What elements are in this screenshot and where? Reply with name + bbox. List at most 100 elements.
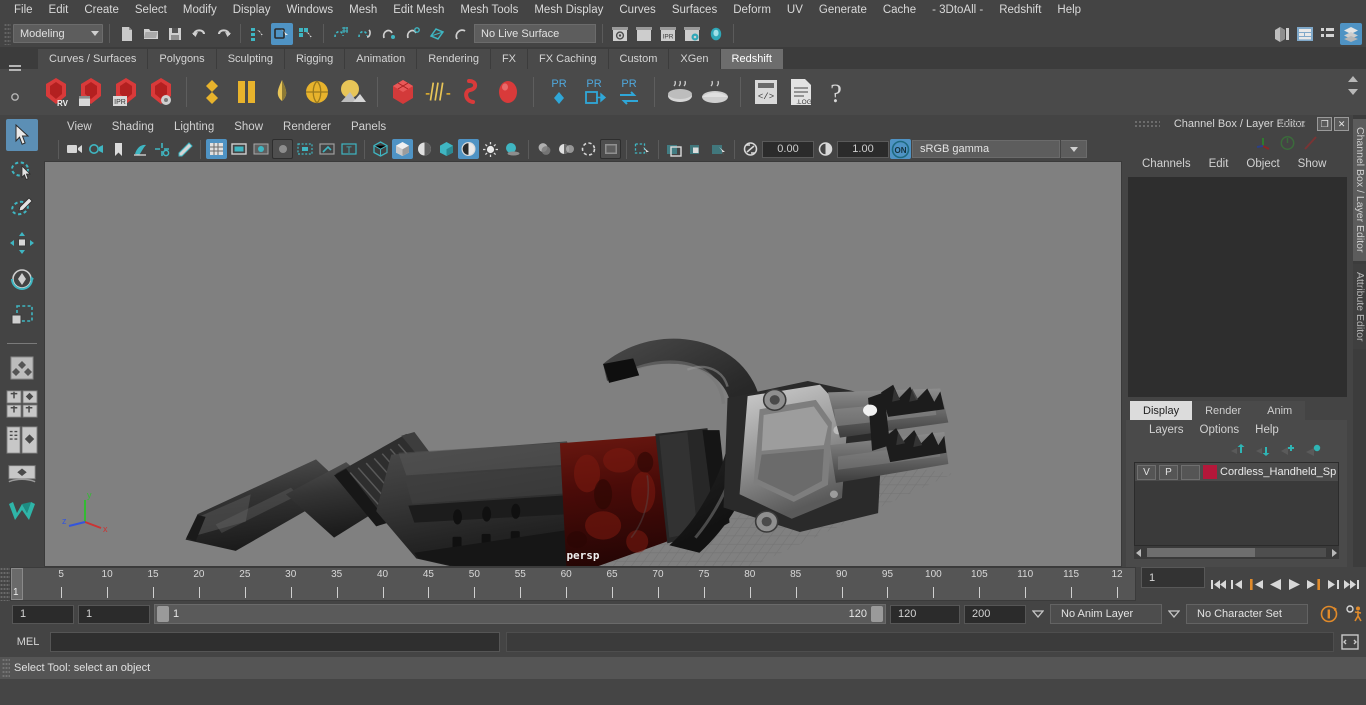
redshift-proxy-icon[interactable] — [387, 75, 419, 109]
viewport-menu-panels[interactable]: Panels — [342, 120, 395, 134]
shaded-wireframe-icon[interactable] — [414, 139, 435, 159]
play-forwards-icon[interactable] — [1287, 577, 1302, 592]
redshift-shader-ball-icon[interactable] — [231, 75, 263, 109]
new-scene-icon[interactable] — [116, 23, 138, 45]
menu-item-help[interactable]: Help — [1049, 2, 1089, 18]
move-layer-down-icon[interactable] — [1254, 444, 1271, 457]
shelf-tab-rigging[interactable]: Rigging — [284, 49, 346, 69]
character-set-selector[interactable]: No Character Set — [1186, 604, 1308, 624]
shelf-grip[interactable] — [6, 53, 24, 111]
film-gate-icon[interactable] — [228, 139, 249, 159]
go-to-end-icon[interactable] — [1344, 577, 1360, 592]
step-back-keyframe-icon[interactable] — [1230, 577, 1244, 592]
close-icon[interactable]: ✕ — [1334, 117, 1350, 131]
scrollbar-thumb[interactable] — [1147, 548, 1255, 557]
color-management-icon[interactable]: ON — [890, 139, 911, 159]
menu-item-mesh-tools[interactable]: Mesh Tools — [452, 2, 526, 18]
channel-box-menu-object[interactable]: Object — [1238, 157, 1287, 171]
layer-visibility-toggle[interactable]: V — [1137, 464, 1156, 480]
safe-action-icon[interactable] — [316, 139, 337, 159]
axis-manipulator-icon[interactable] — [1255, 135, 1273, 151]
last-tool[interactable] — [6, 352, 38, 384]
vertical-tab-channel-box[interactable]: Channel Box / Layer Editor — [1353, 119, 1366, 261]
3d-viewport[interactable]: y x z persp — [44, 161, 1122, 567]
redshift-pr-point-icon[interactable]: PR — [543, 75, 575, 109]
redshift-render-frame-icon[interactable] — [75, 75, 107, 109]
shelf-scroll-arrows[interactable] — [1346, 74, 1360, 97]
resolution-gate-icon[interactable] — [250, 139, 271, 159]
toggle-light-icon[interactable] — [705, 23, 727, 45]
shelf-tab-rendering[interactable]: Rendering — [417, 49, 491, 69]
menu-item-curves[interactable]: Curves — [611, 2, 663, 18]
snap-grid-icon[interactable] — [330, 23, 352, 45]
select-hierarchy-icon[interactable] — [247, 23, 269, 45]
menu-item-windows[interactable]: Windows — [278, 2, 341, 18]
viewport-menu-shading[interactable]: Shading — [103, 120, 163, 134]
auto-keyframe-icon[interactable] — [1318, 604, 1340, 624]
camera-attributes-icon[interactable] — [86, 139, 107, 159]
isolate-select-icon[interactable] — [632, 139, 653, 159]
time-slider[interactable]: 1 5 10 15 20 25 30 35 40 45 50 55 60 65 70 75 80 85 90 95 1… — [10, 567, 1136, 601]
outliner-persp-layout[interactable] — [6, 460, 38, 492]
shelf-tab-fx[interactable]: FX — [490, 49, 529, 69]
two-d-pan-zoom-icon[interactable] — [152, 139, 173, 159]
viewport-menu-renderer[interactable]: Renderer — [274, 120, 340, 134]
redshift-help-icon[interactable]: ? — [820, 75, 852, 109]
bookmark-icon[interactable] — [108, 139, 129, 159]
anim-end-field[interactable]: 200 — [964, 604, 1026, 624]
menu-item-mesh[interactable]: Mesh — [341, 2, 385, 18]
color-space-selector[interactable]: sRGB gamma — [912, 140, 1060, 158]
animation-preferences-icon[interactable] — [1344, 604, 1366, 624]
layer-playback-toggle[interactable]: P — [1159, 464, 1178, 480]
menu-item-redshift[interactable]: Redshift — [991, 2, 1049, 18]
channel-box-menu-show[interactable]: Show — [1290, 157, 1335, 171]
new-layer-icon[interactable] — [1279, 444, 1296, 457]
show-attribute-editor-icon[interactable] — [1294, 23, 1316, 45]
shelf-tab-curves-surfaces[interactable]: Curves / Surfaces — [38, 49, 149, 69]
field-chart-icon[interactable] — [294, 139, 315, 159]
shelf-tab-polygons[interactable]: Polygons — [148, 49, 217, 69]
help-line-grip[interactable] — [2, 658, 10, 678]
exposure-field[interactable]: 0.00 — [762, 140, 814, 158]
wireframe-icon[interactable] — [370, 139, 391, 159]
depth-of-field-icon[interactable] — [600, 139, 621, 159]
viewport-menu-view[interactable]: View — [58, 120, 101, 134]
redshift-hair-icon[interactable] — [422, 75, 454, 109]
slash-icon[interactable] — [1302, 135, 1319, 151]
xray-icon[interactable] — [664, 139, 685, 159]
range-start-field[interactable]: 1 — [78, 604, 150, 624]
select-tool[interactable] — [6, 119, 38, 151]
camera-icon[interactable] — [64, 139, 85, 159]
redshift-ipr-icon[interactable]: IPR — [110, 75, 142, 109]
channel-box-body[interactable] — [1128, 177, 1348, 397]
panel-grip-left[interactable] — [1134, 119, 1160, 129]
viewport-menu-lighting[interactable]: Lighting — [165, 120, 223, 134]
menu-item-surfaces[interactable]: Surfaces — [664, 2, 725, 18]
use-all-lights-icon[interactable] — [480, 139, 501, 159]
anim-start-field[interactable]: 1 — [12, 604, 74, 624]
shelf-tab-fx-caching[interactable]: FX Caching — [528, 49, 609, 69]
redshift-render-view-icon[interactable]: RV — [40, 75, 72, 109]
redshift-volume-icon[interactable] — [457, 75, 489, 109]
character-set-dropdown-arrow[interactable] — [1166, 604, 1182, 624]
time-slider-grip[interactable] — [0, 567, 10, 601]
redshift-settings-icon[interactable] — [145, 75, 177, 109]
live-surface-field[interactable]: No Live Surface — [474, 24, 596, 43]
menu-item-edit[interactable]: Edit — [41, 2, 77, 18]
vertical-tab-attribute-editor[interactable]: Attribute Editor — [1353, 263, 1366, 349]
menu-item-generate[interactable]: Generate — [811, 2, 875, 18]
snap-view-plane-icon[interactable] — [426, 23, 448, 45]
anim-layer-dropdown-arrow[interactable] — [1030, 604, 1046, 624]
step-forward-frame-icon[interactable] — [1306, 577, 1322, 592]
layer-name[interactable]: Cordless_Handheld_Sp — [1220, 466, 1336, 478]
menu-item-select[interactable]: Select — [127, 2, 175, 18]
redshift-material-icon[interactable] — [196, 75, 228, 109]
range-slider-bar[interactable]: 1 120 — [154, 604, 886, 624]
current-frame-field[interactable]: 1 — [1141, 567, 1205, 588]
rotate-tool[interactable] — [6, 263, 38, 295]
status-line-grip[interactable] — [4, 22, 11, 45]
select-object-icon[interactable] — [271, 22, 293, 45]
redo-icon[interactable] — [212, 23, 234, 45]
speedometer-icon[interactable] — [1279, 135, 1296, 151]
menu-item-modify[interactable]: Modify — [175, 2, 225, 18]
